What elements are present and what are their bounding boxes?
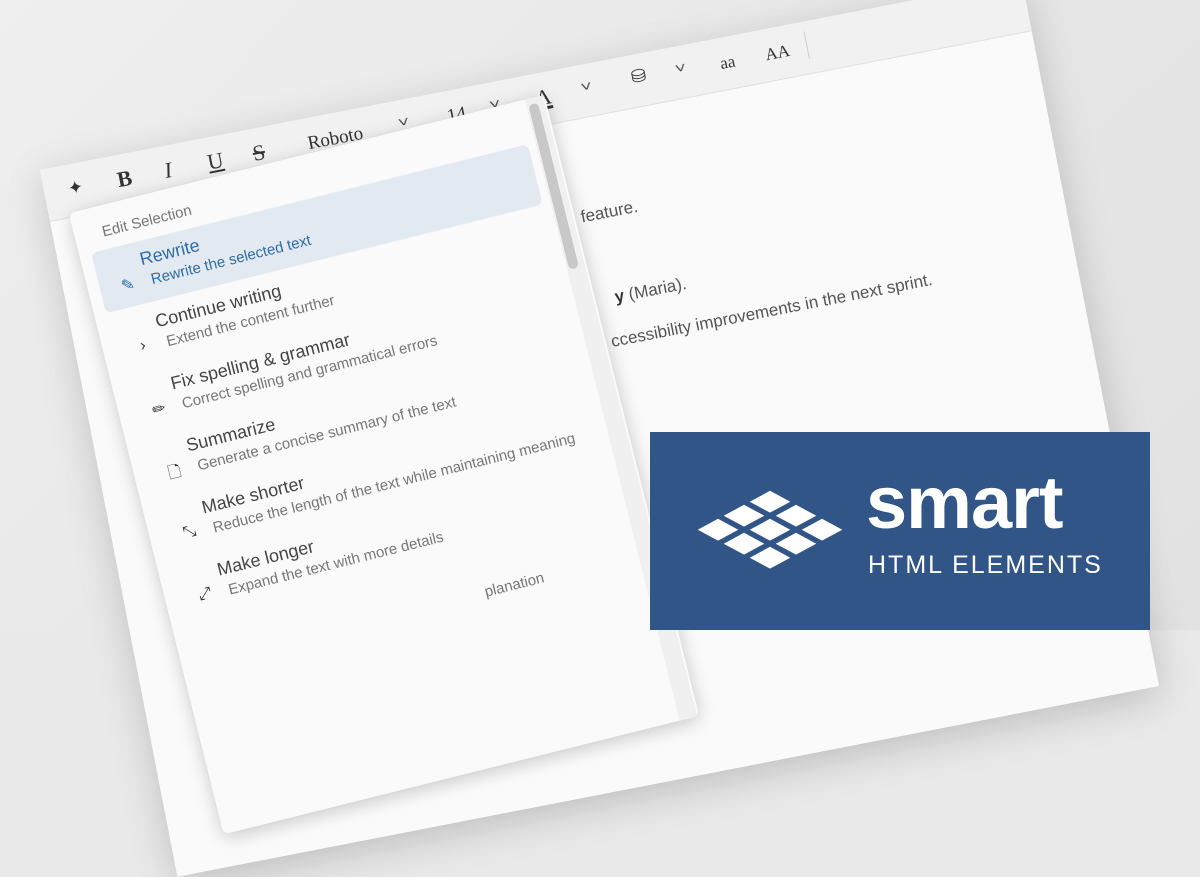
chevron-down-icon[interactable]: ˅ [673, 59, 687, 77]
item-desc: planation [482, 569, 547, 601]
content-line: feature. [579, 196, 640, 227]
brand-name: smart [866, 461, 1064, 544]
underline-button[interactable]: U [205, 147, 226, 176]
chevron-right-icon: › [138, 336, 148, 355]
uppercase-button[interactable]: AA [764, 41, 792, 65]
pencil-icon: ✏ [150, 399, 168, 420]
content-line: y (Maria). [613, 274, 688, 308]
toolbar-divider [803, 31, 810, 60]
compress-icon: ⤡ [181, 522, 198, 542]
brand-tagline: HTML ELEMENTS [868, 551, 1103, 579]
sparkle-icon[interactable]: ✦ [66, 176, 85, 199]
expand-icon: ⤢ [196, 584, 214, 604]
lowercase-button[interactable]: aa [718, 52, 737, 75]
bold-button[interactable]: B [115, 165, 134, 193]
strikethrough-button[interactable]: S [250, 139, 267, 167]
italic-button[interactable]: I [162, 157, 174, 184]
paint-bucket-icon[interactable]: ⛁ [629, 65, 648, 88]
edit-icon: ✎ [119, 275, 137, 296]
brand-logo: smart HTML ELEMENTS [650, 432, 1150, 630]
logo-mark-icon [697, 490, 843, 569]
content-text: (Maria). [622, 273, 689, 305]
chevron-down-icon[interactable]: ˅ [579, 77, 593, 95]
document-icon: 🗋 [166, 463, 184, 483]
